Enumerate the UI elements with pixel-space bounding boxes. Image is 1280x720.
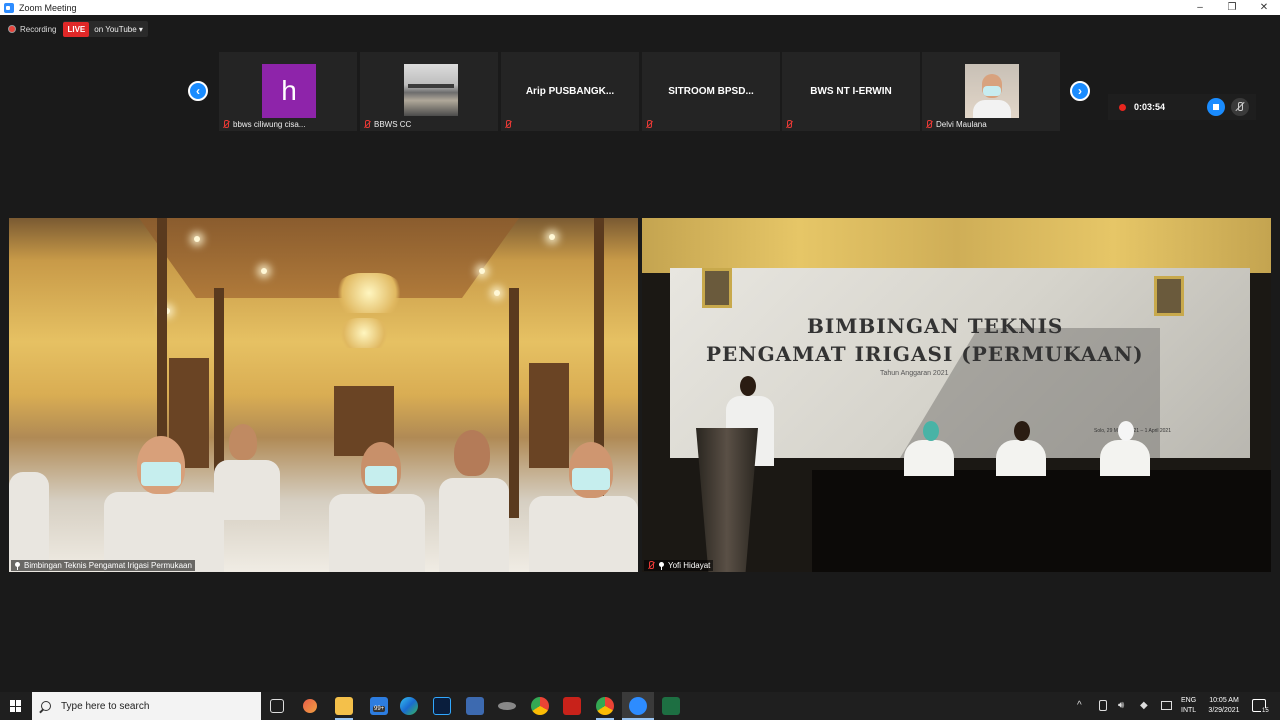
mic-muted-icon (363, 120, 371, 129)
participant-name: SITROOM BPSD... (668, 86, 754, 97)
banner-subtitle: PENGAMAT IRIGASI (PERMUKAAN) (706, 342, 1144, 366)
recording-status: Recording LIVE on YouTube ▾ (8, 21, 148, 37)
chevron-right-icon: › (1078, 84, 1082, 98)
participant-video (965, 64, 1019, 118)
live-stream-label: on YouTube ▾ (94, 24, 143, 34)
notification-count: 15 (1261, 708, 1270, 714)
windows-logo-icon (10, 700, 22, 712)
next-page-button[interactable]: › (1070, 81, 1090, 101)
prev-page-button[interactable]: ‹ (188, 81, 208, 101)
participant-name: BBWS CC (374, 120, 412, 129)
video-tile-left[interactable]: Bimbingan Teknis Pengamat Irigasi Permuk… (9, 218, 638, 572)
recording-dot-icon (8, 25, 16, 33)
task-view-icon[interactable] (270, 699, 284, 713)
title-bar: Zoom Meeting – ❐ ✕ (0, 0, 1280, 15)
window-title: Zoom Meeting (19, 2, 77, 13)
participant-name: BWS NT I-ERWIN (810, 86, 892, 97)
recording-elapsed: 0:03:54 (1134, 102, 1166, 112)
live-badge: LIVE (63, 21, 90, 37)
remote-desktop-icon[interactable] (466, 697, 484, 715)
recording-dot-icon (1119, 103, 1126, 111)
live-stream-menu[interactable]: LIVE on YouTube ▾ (63, 21, 148, 37)
usb-icon[interactable] (1099, 700, 1107, 711)
chevron-down-icon: ▾ (138, 24, 143, 34)
network-icon[interactable] (1161, 701, 1172, 710)
pin-icon (14, 561, 21, 570)
participant-name: Delvi Maulana (936, 120, 987, 129)
file-explorer-icon[interactable] (335, 697, 353, 715)
mic-muted-icon (925, 120, 933, 129)
participant-name: Arip PUSBANGK... (525, 86, 615, 97)
acrobat-icon[interactable] (563, 697, 581, 715)
video-caption: Yofi Hidayat (668, 561, 711, 570)
participant-thumbnail[interactable]: SITROOM BPSD... (642, 52, 780, 131)
edge-icon[interactable] (400, 697, 418, 715)
avatar: h (262, 64, 316, 118)
participant-video (404, 64, 458, 116)
chrome-icon[interactable] (531, 697, 549, 715)
window-controls: – ❐ ✕ (1184, 0, 1280, 15)
video-tile-right[interactable]: BIMBINGAN TEKNIS PENGAMAT IRIGASI (PERMU… (642, 218, 1271, 572)
minimize-button[interactable]: – (1184, 0, 1216, 15)
mic-muted-icon[interactable] (1231, 98, 1249, 116)
participant-thumbnail[interactable]: BWS NT I-ERWIN (782, 52, 920, 131)
start-button[interactable] (0, 692, 32, 720)
search-icon (41, 701, 51, 711)
mic-muted-icon (222, 120, 230, 129)
dropbox-icon[interactable]: ◆ (1140, 700, 1148, 711)
participant-name: bbws ciliwung cisa... (233, 120, 306, 129)
mic-muted-icon (504, 120, 512, 129)
zoom-logo-icon (4, 2, 14, 13)
mic-muted-icon (785, 120, 793, 129)
taskbar-search-box[interactable]: Type here to search (32, 692, 261, 720)
participant-thumbnail[interactable]: h bbws ciliwung cisa... (219, 52, 357, 131)
video-caption: Bimbingan Teknis Pengamat Irigasi Permuk… (24, 561, 192, 570)
banner-year: Tahun Anggaran 2021 (880, 370, 949, 377)
system-clock[interactable]: 10:05 AM 3/29/2021 (1203, 696, 1245, 716)
recording-label: Recording (20, 24, 57, 34)
chevron-up-icon[interactable]: ^ (1077, 700, 1082, 711)
banner-title: BIMBINGAN TEKNIS (807, 314, 1064, 338)
participant-thumbnail[interactable]: Delvi Maulana (922, 52, 1060, 131)
mic-muted-icon (645, 120, 653, 129)
excel-icon[interactable] (662, 697, 680, 715)
search-placeholder: Type here to search (61, 700, 150, 712)
close-button[interactable]: ✕ (1248, 0, 1280, 15)
chrome-profile-icon[interactable] (596, 697, 614, 715)
stop-recording-button[interactable] (1207, 98, 1225, 116)
participant-thumbnail[interactable]: BBWS CC (360, 52, 498, 131)
input-language[interactable]: ENG INTL (1181, 696, 1196, 716)
zoom-icon[interactable] (629, 697, 647, 715)
pin-icon (658, 561, 665, 570)
zoom-meeting-window: Zoom Meeting – ❐ ✕ Recording LIVE on You… (0, 0, 1280, 692)
app-icon[interactable] (498, 702, 516, 710)
maximize-button[interactable]: ❐ (1216, 0, 1248, 15)
pen-app-icon[interactable] (303, 699, 317, 713)
podium (696, 428, 758, 572)
chevron-left-icon: ‹ (196, 84, 200, 98)
recording-timer-panel: 0:03:54 (1108, 94, 1256, 120)
photoshop-icon[interactable] (433, 697, 451, 715)
mail-badge: 99+ (373, 706, 386, 712)
volume-icon[interactable]: 🔊︎ (1118, 700, 1124, 711)
mic-muted-icon (647, 561, 655, 570)
participant-thumbnail[interactable]: Arip PUSBANGK... (501, 52, 639, 131)
